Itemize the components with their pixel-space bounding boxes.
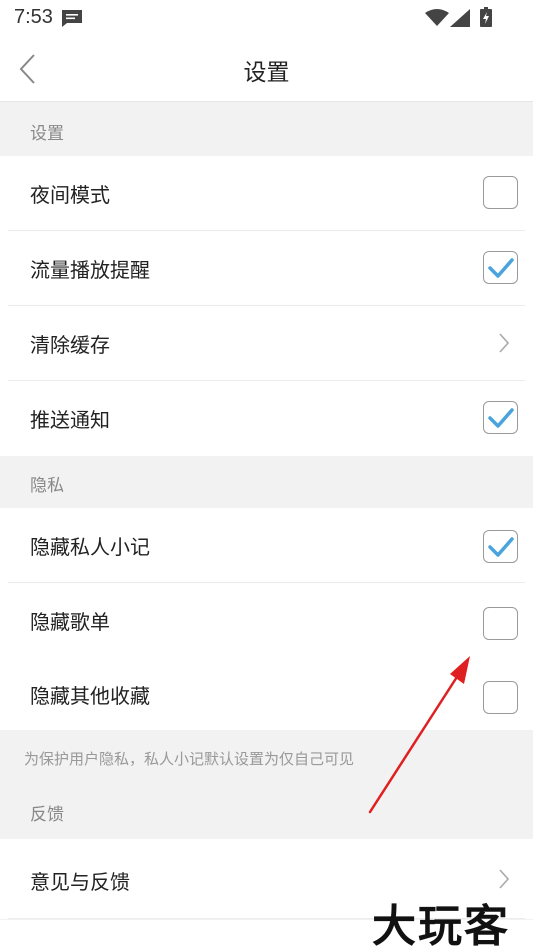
checkmark-icon: [488, 408, 514, 428]
status-bar: 7:53: [0, 0, 533, 36]
hide-private-notes-checkbox[interactable]: [483, 530, 518, 563]
section-header-settings: 设置: [0, 103, 533, 155]
row-push-notifications[interactable]: 推送通知: [0, 381, 533, 456]
row-label: 隐藏其他收藏: [30, 684, 150, 708]
row-label: 隐藏歌单: [30, 610, 110, 634]
push-notifications-checkbox[interactable]: [483, 401, 518, 434]
section-header-label: 反馈: [30, 805, 64, 825]
row-label: 推送通知: [30, 408, 110, 432]
row-label: 清除缓存: [30, 333, 110, 357]
night-mode-checkbox[interactable]: [483, 176, 518, 209]
watermark-logo: 大玩客: [368, 888, 533, 948]
watermark-text: 大玩客: [372, 901, 510, 948]
privacy-note-text: 为保护用户隐私，私人小记默认设置为仅自己可见: [24, 750, 355, 768]
message-icon: [61, 9, 83, 31]
section-header-privacy: 隐私: [0, 456, 533, 508]
row-label: 隐藏私人小记: [30, 535, 150, 559]
row-label: 流量播放提醒: [30, 258, 150, 282]
section-header-label: 设置: [30, 124, 64, 144]
hide-other-favorites-checkbox[interactable]: [483, 681, 518, 714]
section-header-label: 隐私: [30, 476, 64, 496]
signal-icon: [450, 9, 470, 31]
data-playback-alert-checkbox[interactable]: [483, 251, 518, 284]
section-header-feedback: 反馈: [0, 784, 533, 838]
wifi-icon: [425, 9, 449, 31]
battery-charging-icon: [480, 7, 492, 31]
row-clear-cache[interactable]: 清除缓存: [0, 306, 533, 381]
row-label: 意见与反馈: [30, 870, 130, 894]
hide-playlists-checkbox[interactable]: [483, 607, 518, 640]
title-bar: 设置: [0, 36, 533, 102]
page-title: 设置: [243, 60, 290, 86]
row-night-mode[interactable]: 夜间模式: [0, 156, 533, 231]
row-label: 夜间模式: [30, 183, 110, 207]
status-time: 7:53: [14, 6, 53, 28]
row-hide-playlists[interactable]: 隐藏歌单: [0, 583, 533, 658]
privacy-note: 为保护用户隐私，私人小记默认设置为仅自己可见: [0, 730, 533, 784]
row-data-playback-alert[interactable]: 流量播放提醒: [0, 231, 533, 306]
row-hide-other-favorites[interactable]: 隐藏其他收藏: [0, 657, 533, 730]
checkmark-icon: [488, 537, 514, 557]
checkmark-icon: [488, 258, 514, 278]
chevron-right-icon: [498, 332, 510, 358]
row-hide-private-notes[interactable]: 隐藏私人小记: [0, 508, 533, 583]
